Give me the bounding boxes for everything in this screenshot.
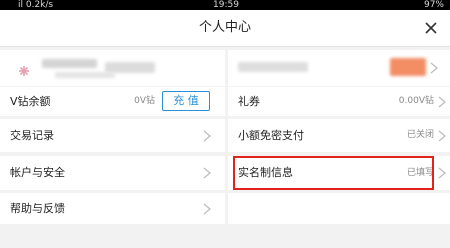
realname-info-status: 已填写 — [406, 168, 434, 178]
chevron-right-icon — [203, 167, 211, 179]
user-info-redacted — [55, 72, 115, 78]
recharge-button[interactable]: 充 值 — [162, 91, 210, 111]
status-bar: il 0.2k/s 19:59 97% — [0, 0, 450, 10]
vcoin-label: V钻余额 — [10, 95, 51, 108]
level-badge — [390, 58, 426, 76]
vcoin-value: 0V钻 — [134, 96, 155, 106]
chevron-right-icon — [438, 167, 446, 179]
avatar — [18, 62, 30, 76]
page-title: 个人中心 — [198, 20, 251, 35]
network-speed: il 0.2k/s — [18, 0, 54, 10]
help-feedback-label: 帮助与反馈 — [10, 202, 65, 215]
realname-info-label: 实名制信息 — [238, 166, 293, 179]
help-feedback-row[interactable]: 帮助与反馈 — [0, 193, 225, 224]
username-redacted — [42, 59, 97, 68]
small-payment-row[interactable]: 小额免密支付 已关闭 — [228, 119, 450, 152]
account-security-label: 帐户与安全 — [10, 166, 65, 179]
battery-level: 97% — [423, 0, 444, 10]
trade-record-row[interactable]: 交易记录 — [0, 119, 225, 152]
status-time: 19:59 — [213, 0, 239, 10]
empty-cell — [228, 193, 450, 224]
small-payment-label: 小额免密支付 — [238, 129, 304, 142]
close-icon[interactable] — [422, 19, 440, 37]
chevron-right-icon — [203, 203, 211, 215]
chevron-right-icon — [438, 130, 446, 142]
small-payment-status: 已关闭 — [406, 130, 434, 140]
chevron-right-icon — [430, 62, 438, 74]
account-security-row[interactable]: 帐户与安全 — [0, 156, 225, 190]
header: 个人中心 — [0, 10, 450, 47]
coupon-row[interactable]: 礼券 0.00V钻 — [228, 87, 450, 116]
trade-record-label: 交易记录 — [10, 129, 54, 142]
coupon-label: 礼券 — [238, 95, 260, 108]
account-id-redacted — [238, 62, 308, 72]
realname-info-row[interactable]: 实名制信息 已填写 — [228, 156, 450, 190]
profile-card-left[interactable] — [0, 50, 225, 86]
chevron-right-icon — [203, 130, 211, 142]
profile-card-right[interactable] — [228, 50, 450, 86]
coupon-value: 0.00V钻 — [398, 96, 434, 106]
chevron-right-icon — [438, 96, 446, 108]
